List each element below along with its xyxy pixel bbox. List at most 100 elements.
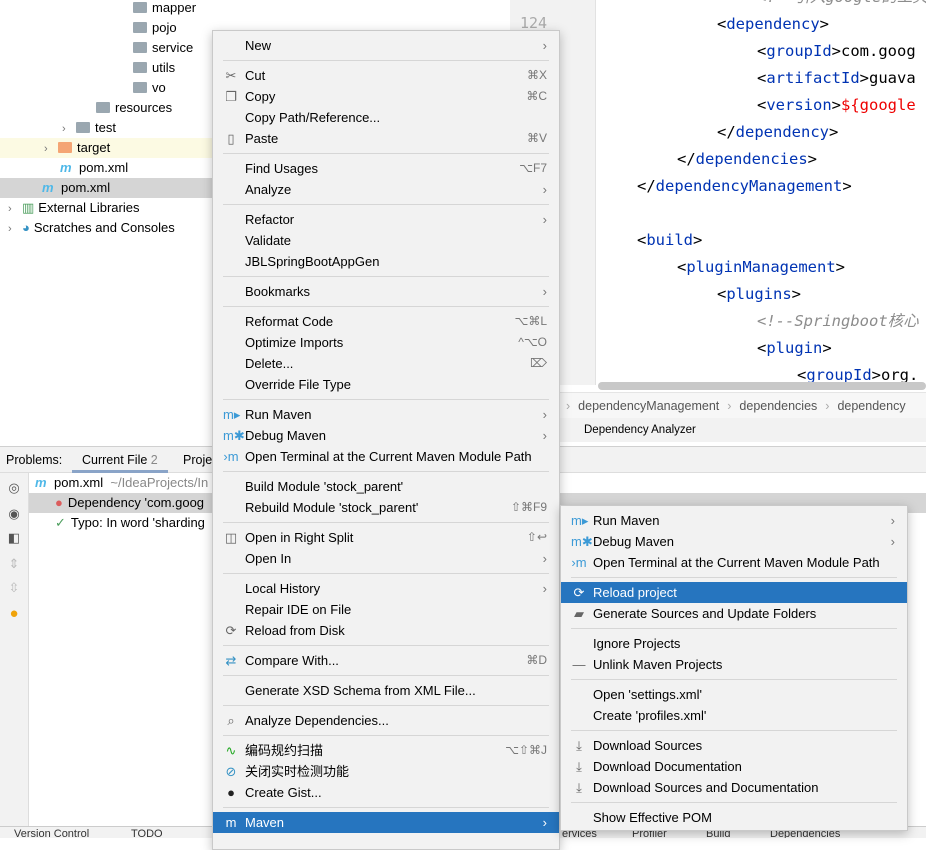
menu-item-run-maven[interactable]: m▸ Run Maven › (213, 404, 559, 425)
menu-item-label: Local History (245, 581, 321, 596)
menu-item-delete[interactable]: Delete... ⌦ (213, 353, 559, 374)
chevron-right-icon: › (825, 399, 830, 413)
collapse-all-icon[interactable]: ⇳ (7, 581, 21, 595)
menu-item-reload-from-disk[interactable]: ⟳ Reload from Disk (213, 620, 559, 641)
menu-item-repair-ide-on-file[interactable]: Repair IDE on File (213, 599, 559, 620)
tree-item-label: External Libraries (38, 200, 140, 215)
menu-item-label: Show Effective POM (593, 810, 712, 825)
code-line: <version>${google (757, 92, 916, 119)
menu-item-create-gist[interactable]: ● Create Gist... (213, 782, 559, 803)
breadcrumb-item[interactable]: dependencies (739, 399, 817, 413)
menu-item-label: Run Maven (245, 407, 312, 422)
menu-item-label: 关闭实时检测功能 (245, 764, 350, 779)
menu-item-label: JBLSpringBootAppGen (245, 254, 380, 269)
menu-item-run-maven[interactable]: m▸ Run Maven › (561, 510, 907, 531)
generate-sources-icon: ▰ (574, 606, 584, 621)
menu-item-validate[interactable]: Validate (213, 230, 559, 251)
menu-item-refactor[interactable]: Refactor › (213, 209, 559, 230)
menu-item-label: Optimize Imports (245, 335, 344, 350)
code-line: </dependencies> (677, 146, 817, 173)
menu-item-debug-maven[interactable]: m✱ Debug Maven › (213, 425, 559, 446)
menu-item-open-terminal-at-the-current-maven-module-path[interactable]: ›m Open Terminal at the Current Maven Mod… (213, 446, 559, 467)
menu-item-jblspringbootappgen[interactable]: JBLSpringBootAppGen (213, 251, 559, 272)
preview-icon[interactable]: ◧ (7, 531, 21, 545)
menu-item-generate-xsd-schema-from-xml-file[interactable]: Generate XSD Schema from XML File... (213, 680, 559, 701)
libraries-icon: ▥ (22, 200, 35, 215)
menu-item-label: Validate (245, 233, 292, 248)
menu-item-show-effective-pom[interactable]: Show Effective POM (561, 807, 907, 828)
menu-item-analyze[interactable]: Analyze › (213, 179, 559, 200)
menu-item-create-profiles-xml[interactable]: Create 'profiles.xml' (561, 705, 907, 726)
menu-item-analyze-dependencies[interactable]: ⌕ Analyze Dependencies... (213, 710, 559, 731)
menu-item-maven[interactable]: m Maven › (213, 812, 559, 833)
auto-scroll-icon[interactable]: ◎ (7, 481, 21, 495)
menu-item-new[interactable]: New › (213, 35, 559, 56)
lightbulb-icon[interactable]: ● (7, 606, 21, 621)
menu-item-item[interactable]: ⊘ 关闭实时检测功能 (213, 761, 559, 782)
tab-dependency-analyzer[interactable]: Dependency Analyzer (510, 418, 926, 442)
code-line: <pluginManagement> (677, 254, 845, 281)
menu-item-download-sources[interactable]: ⤓ Download Sources (561, 735, 907, 756)
menu-separator (213, 731, 559, 740)
code-token: > (819, 15, 830, 33)
tree-item-label: utils (152, 60, 176, 75)
menu-item-override-file-type[interactable]: Override File Type (213, 374, 559, 395)
menu-item-copy[interactable]: ❐ Copy ⌘C (213, 86, 559, 107)
package-folder-icon (133, 42, 147, 53)
menu-separator (561, 624, 907, 633)
code-token: > (831, 42, 842, 60)
shortcut: ⌘D (526, 653, 547, 667)
tree-item-label: pom.xml (79, 160, 129, 175)
breadcrumb-item[interactable]: dependency (837, 399, 905, 413)
menu-item-open-in-right-split[interactable]: ◫ Open in Right Split ⇧↩ (213, 527, 559, 548)
chevron-right-icon[interactable]: › (8, 219, 22, 239)
chevron-right-icon: › (542, 182, 547, 197)
menu-item-download-sources-and-documentation[interactable]: ⤓ Download Sources and Documentation (561, 777, 907, 798)
menu-item-bookmarks[interactable]: Bookmarks › (213, 281, 559, 302)
chevron-right-icon[interactable]: › (62, 119, 76, 139)
menu-item-compare-with[interactable]: ⇄ Compare With... ⌘D (213, 650, 559, 671)
menu-item-label: Override File Type (245, 377, 351, 392)
menu-item-open-terminal-at-the-current-maven-module-path[interactable]: ›m Open Terminal at the Current Maven Mod… (561, 552, 907, 573)
breadcrumb-item[interactable]: dependencyManagement (578, 399, 719, 413)
menu-item-paste[interactable]: ▯ Paste ⌘V (213, 128, 559, 149)
menu-item-label: Create 'profiles.xml' (593, 708, 707, 723)
code-token: > (829, 123, 839, 141)
problem-file-path: ~/IdeaProjects/In (110, 475, 209, 490)
menu-item-item[interactable]: ∿ 编码规约扫描 ⌥⇧⌘J (213, 740, 559, 761)
code-token: < (717, 15, 727, 33)
menu-item-label: Download Documentation (593, 759, 742, 774)
menu-item-open-settings-xml[interactable]: Open 'settings.xml' (561, 684, 907, 705)
tab-current-file[interactable]: Current File 2 (72, 447, 168, 473)
menu-item-ignore-projects[interactable]: Ignore Projects (561, 633, 907, 654)
menu-item-rebuild-module-stock-parent[interactable]: Rebuild Module 'stock_parent' ⇧⌘F9 (213, 497, 559, 518)
expand-all-icon[interactable]: ⇕ (7, 557, 21, 571)
tab-project[interactable]: Proje (183, 447, 212, 473)
todo-button[interactable]: TODO (131, 827, 163, 838)
menu-separator (213, 518, 559, 527)
menu-item-download-documentation[interactable]: ⤓ Download Documentation (561, 756, 907, 777)
menu-item-debug-maven[interactable]: m✱ Debug Maven › (561, 531, 907, 552)
chevron-right-icon: › (542, 284, 547, 299)
menu-item-generate-sources-and-update-folders[interactable]: ▰ Generate Sources and Update Folders (561, 603, 907, 624)
tree-item-mapper[interactable]: mapper (0, 0, 520, 18)
menu-item-local-history[interactable]: Local History › (213, 578, 559, 599)
code-editor[interactable]: 124 <!--引入google的工具类<dependency><groupId… (510, 0, 926, 442)
menu-separator (561, 573, 907, 582)
menu-item-find-usages[interactable]: Find Usages ⌥F7 (213, 158, 559, 179)
eye-icon[interactable]: ◉ (7, 507, 21, 521)
menu-item-optimize-imports[interactable]: Optimize Imports ^⌥O (213, 332, 559, 353)
chevron-right-icon[interactable]: › (44, 139, 58, 159)
tree-item-label: test (95, 120, 116, 135)
menu-item-reformat-code[interactable]: Reformat Code ⌥⌘L (213, 311, 559, 332)
menu-item-build-module-stock-parent[interactable]: Build Module 'stock_parent' (213, 476, 559, 497)
chevron-right-icon[interactable]: › (8, 199, 22, 219)
menu-item-unlink-maven-projects[interactable]: — Unlink Maven Projects (561, 654, 907, 675)
menu-item-cut[interactable]: ✂ Cut ⌘X (213, 65, 559, 86)
menu-item-open-in[interactable]: Open In › (213, 548, 559, 569)
version-control-button[interactable]: Version Control (14, 827, 89, 838)
menu-item-reload-project[interactable]: ⟳ Reload project (561, 582, 907, 603)
horizontal-scrollbar[interactable] (598, 382, 926, 390)
menu-item-label: Maven (245, 815, 285, 830)
menu-item-copy-path-reference[interactable]: Copy Path/Reference... (213, 107, 559, 128)
